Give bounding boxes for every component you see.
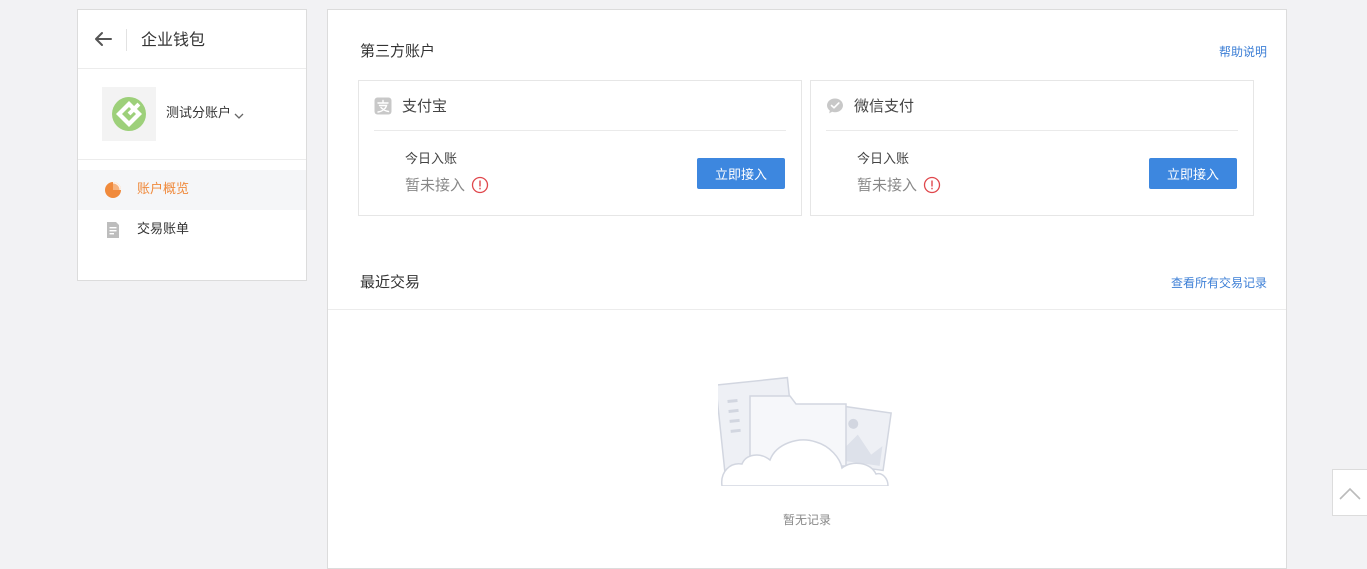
third-party-title: 第三方账户: [360, 42, 436, 60]
account-logo: [102, 87, 156, 141]
empty-state-text: 暂无记录: [782, 513, 831, 527]
connection-status: 暂未接入: [857, 175, 941, 195]
wechat-connect-button[interactable]: 立即接入: [1149, 158, 1237, 189]
sidebar-item-label: 账户概览: [137, 182, 190, 197]
card-header: 支付宝: [374, 81, 786, 131]
sidebar-item-label: 交易账单: [137, 222, 190, 237]
main-panel: 第三方账户 帮助说明 支付宝 今日入账 暂未接入 立即接入 微信支付 今日入账 …: [327, 9, 1287, 569]
alert-icon: [471, 176, 489, 194]
payment-name: 支付宝: [402, 97, 448, 115]
header-divider: [126, 29, 127, 51]
chevron-up-icon: [1339, 487, 1361, 500]
document-icon: [104, 221, 122, 239]
scroll-to-top-button[interactable]: [1332, 469, 1367, 516]
sidebar: 企业钱包 测试分账户 账户概览 交易账单: [77, 9, 307, 281]
today-income-label: 今日入账: [857, 152, 910, 167]
today-income-label: 今日入账: [405, 152, 458, 167]
section-divider: [328, 309, 1286, 310]
card-header: 微信支付: [826, 81, 1238, 131]
sidebar-menu: 账户概览 交易账单: [78, 160, 306, 250]
help-link[interactable]: 帮助说明: [1219, 44, 1267, 60]
sidebar-header: 企业钱包: [78, 10, 306, 69]
alipay-connect-button[interactable]: 立即接入: [697, 158, 785, 189]
company-logo-icon: [112, 97, 146, 131]
pie-chart-icon: [104, 181, 122, 199]
view-all-transactions-link[interactable]: 查看所有交易记录: [1171, 275, 1267, 291]
alipay-card: 支付宝 今日入账 暂未接入 立即接入: [358, 80, 802, 216]
sidebar-item-account-overview[interactable]: 账户概览: [78, 170, 306, 210]
alert-icon: [923, 176, 941, 194]
empty-state-illustration: [714, 374, 900, 487]
page-title: 企业钱包: [141, 30, 206, 49]
payment-name: 微信支付: [854, 97, 915, 115]
chevron-down-icon[interactable]: [233, 107, 245, 119]
back-arrow-icon[interactable]: [92, 28, 114, 50]
connection-status: 暂未接入: [405, 175, 489, 195]
account-selector: 测试分账户: [78, 69, 306, 160]
recent-transactions-title: 最近交易: [360, 273, 421, 291]
status-text: 暂未接入: [857, 176, 918, 194]
wechat-pay-icon: [826, 97, 844, 115]
status-text: 暂未接入: [405, 176, 466, 194]
alipay-icon: [374, 97, 392, 115]
account-name[interactable]: 测试分账户: [166, 105, 231, 123]
sidebar-item-transaction-bill[interactable]: 交易账单: [78, 210, 306, 250]
wechat-pay-card: 微信支付 今日入账 暂未接入 立即接入: [810, 80, 1254, 216]
